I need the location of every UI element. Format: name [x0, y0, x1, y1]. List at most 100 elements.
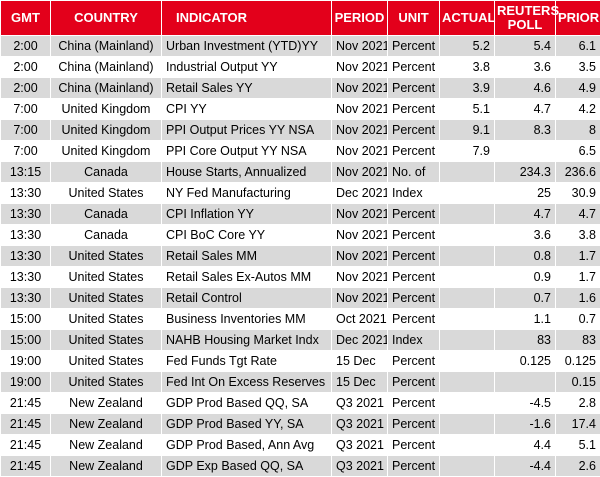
unit-cell: Percent — [388, 351, 440, 372]
indicator-cell: CPI YY — [162, 99, 332, 120]
gmt-cell: 2:00 — [1, 78, 51, 99]
prior-cell: 6.1 — [556, 36, 600, 57]
prior-cell: 1.7 — [556, 267, 600, 288]
reuters-poll-cell: 0.7 — [495, 288, 556, 309]
indicator-cell: Business Inventories MM — [162, 309, 332, 330]
actual-cell — [440, 435, 495, 456]
table-row: 7:00United KingdomCPI YYNov 2021Percent5… — [1, 99, 600, 120]
actual-cell: 9.1 — [440, 120, 495, 141]
header-gmt: GMT — [1, 1, 51, 36]
reuters-poll-cell: 4.4 — [495, 435, 556, 456]
reuters-poll-cell: 0.125 — [495, 351, 556, 372]
gmt-cell: 21:45 — [1, 393, 51, 414]
unit-cell: Percent — [388, 372, 440, 393]
period-cell: Q3 2021 — [332, 435, 388, 456]
country-cell: United Kingdom — [51, 120, 162, 141]
table-row: 2:00China (Mainland)Urban Investment (YT… — [1, 36, 600, 57]
prior-cell: 1.6 — [556, 288, 600, 309]
table-row: 19:00United StatesFed Int On Excess Rese… — [1, 372, 600, 393]
prior-cell: 236.6 — [556, 162, 600, 183]
indicator-cell: GDP Prod Based QQ, SA — [162, 393, 332, 414]
actual-cell — [440, 372, 495, 393]
period-cell: Nov 2021 — [332, 141, 388, 162]
table-row: 19:00United StatesFed Funds Tgt Rate15 D… — [1, 351, 600, 372]
prior-cell: 17.4 — [556, 414, 600, 435]
actual-cell — [440, 204, 495, 225]
gmt-cell: 15:00 — [1, 309, 51, 330]
country-cell: United Kingdom — [51, 141, 162, 162]
unit-cell: Percent — [388, 435, 440, 456]
indicator-cell: PPI Output Prices YY NSA — [162, 120, 332, 141]
gmt-cell: 7:00 — [1, 99, 51, 120]
table-row: 13:30United StatesNY Fed ManufacturingDe… — [1, 183, 600, 204]
reuters-poll-cell: 234.3 — [495, 162, 556, 183]
indicator-cell: CPI Inflation YY — [162, 204, 332, 225]
country-cell: Canada — [51, 204, 162, 225]
indicator-cell: NAHB Housing Market Indx — [162, 330, 332, 351]
reuters-poll-cell: 5.4 — [495, 36, 556, 57]
unit-cell: Percent — [388, 99, 440, 120]
prior-cell: 0.125 — [556, 351, 600, 372]
gmt-cell: 21:45 — [1, 414, 51, 435]
table-row: 7:00United KingdomPPI Output Prices YY N… — [1, 120, 600, 141]
period-cell: 15 Dec — [332, 372, 388, 393]
reuters-poll-cell: 4.6 — [495, 78, 556, 99]
indicator-cell: House Starts, Annualized — [162, 162, 332, 183]
country-cell: Canada — [51, 225, 162, 246]
gmt-cell: 7:00 — [1, 120, 51, 141]
header-actual: ACTUAL — [440, 1, 495, 36]
table-row: 7:00United KingdomPPI Core Output YY NSA… — [1, 141, 600, 162]
unit-cell: Percent — [388, 393, 440, 414]
table-row: 15:00United StatesNAHB Housing Market In… — [1, 330, 600, 351]
prior-cell: 4.2 — [556, 99, 600, 120]
prior-cell: 4.9 — [556, 78, 600, 99]
reuters-poll-cell: 83 — [495, 330, 556, 351]
country-cell: United States — [51, 309, 162, 330]
gmt-cell: 13:30 — [1, 288, 51, 309]
country-cell: New Zealand — [51, 456, 162, 477]
unit-cell: Percent — [388, 36, 440, 57]
country-cell: United States — [51, 372, 162, 393]
actual-cell — [440, 309, 495, 330]
actual-cell — [440, 225, 495, 246]
economic-calendar-table: GMT COUNTRY INDICATOR PERIOD UNIT ACTUAL… — [0, 0, 600, 477]
reuters-poll-cell: 4.7 — [495, 204, 556, 225]
prior-cell: 30.9 — [556, 183, 600, 204]
table-row: 21:45New ZealandGDP Exp Based QQ, SAQ3 2… — [1, 456, 600, 477]
indicator-cell: Fed Funds Tgt Rate — [162, 351, 332, 372]
table-row: 13:30United StatesRetail Sales MMNov 202… — [1, 246, 600, 267]
prior-cell: 2.6 — [556, 456, 600, 477]
period-cell: Nov 2021 — [332, 99, 388, 120]
table-row: 13:30United StatesRetail ControlNov 2021… — [1, 288, 600, 309]
period-cell: Nov 2021 — [332, 204, 388, 225]
actual-cell — [440, 351, 495, 372]
indicator-cell: Fed Int On Excess Reserves — [162, 372, 332, 393]
country-cell: New Zealand — [51, 435, 162, 456]
gmt-cell: 2:00 — [1, 57, 51, 78]
reuters-poll-cell: 1.1 — [495, 309, 556, 330]
period-cell: 15 Dec — [332, 351, 388, 372]
gmt-cell: 2:00 — [1, 36, 51, 57]
reuters-poll-cell: 4.7 — [495, 99, 556, 120]
table-row: 21:45New ZealandGDP Prod Based YY, SAQ3 … — [1, 414, 600, 435]
actual-cell — [440, 246, 495, 267]
unit-cell: Percent — [388, 246, 440, 267]
indicator-cell: PPI Core Output YY NSA — [162, 141, 332, 162]
period-cell: Oct 2021 — [332, 309, 388, 330]
actual-cell: 3.8 — [440, 57, 495, 78]
country-cell: Canada — [51, 162, 162, 183]
period-cell: Nov 2021 — [332, 288, 388, 309]
reuters-poll-cell — [495, 372, 556, 393]
header-country: COUNTRY — [51, 1, 162, 36]
reuters-poll-cell: 25 — [495, 183, 556, 204]
prior-cell: 2.8 — [556, 393, 600, 414]
period-cell: Nov 2021 — [332, 267, 388, 288]
indicator-cell: Retail Sales YY — [162, 78, 332, 99]
actual-cell — [440, 393, 495, 414]
country-cell: China (Mainland) — [51, 78, 162, 99]
period-cell: Nov 2021 — [332, 36, 388, 57]
indicator-cell: Industrial Output YY — [162, 57, 332, 78]
unit-cell: Percent — [388, 120, 440, 141]
actual-cell — [440, 288, 495, 309]
table-row: 21:45New ZealandGDP Prod Based QQ, SAQ3 … — [1, 393, 600, 414]
